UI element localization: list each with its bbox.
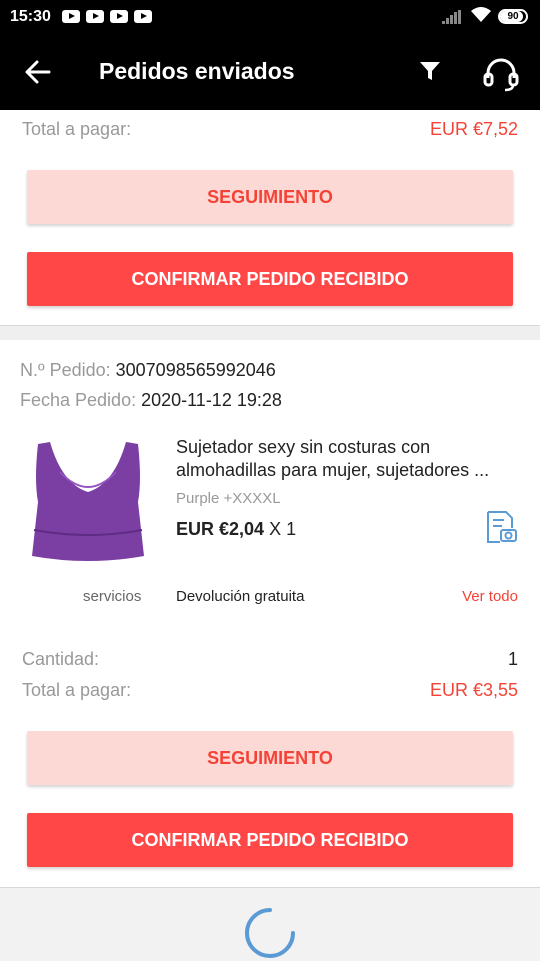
wifi-icon bbox=[471, 7, 491, 22]
quantity-value: 1 bbox=[507, 649, 518, 669]
order-date-label: Fecha Pedido: bbox=[20, 390, 137, 410]
product-title[interactable]: Sujetador sexy sin costuras con almohadi… bbox=[176, 436, 516, 482]
previous-total-value: EUR €7,52 bbox=[429, 119, 518, 139]
battery-icon: 90 bbox=[498, 9, 528, 24]
page-title: Pedidos enviados bbox=[99, 58, 295, 84]
status-time: 15:30 bbox=[10, 8, 51, 25]
order-date-value: 2020-11-12 19:28 bbox=[141, 390, 282, 410]
services-label: servicios bbox=[83, 588, 142, 605]
product-variant: Purple +XXXXL bbox=[176, 490, 281, 507]
quantity-label: Cantidad: bbox=[22, 649, 100, 669]
app-bar: Pedidos enviados bbox=[0, 36, 540, 110]
loading-footer bbox=[0, 887, 540, 961]
headset-icon[interactable] bbox=[482, 54, 520, 92]
product-image[interactable] bbox=[20, 432, 156, 568]
product-price: EUR €2,04 bbox=[176, 519, 265, 539]
orders-list[interactable]: Total a pagar: EUR €7,52 SEGUIMIENTO CON… bbox=[0, 110, 540, 961]
youtube-icon bbox=[86, 10, 104, 23]
youtube-icon bbox=[134, 10, 152, 23]
order-date: Fecha Pedido: 2020-11-12 19:28 bbox=[20, 390, 282, 411]
product-price-line: EUR €2,04 X 1 bbox=[176, 519, 296, 540]
loading-spinner-icon bbox=[245, 908, 295, 958]
signal-icon bbox=[442, 10, 461, 24]
see-all-link[interactable]: Ver todo bbox=[462, 588, 518, 605]
status-bar: 15:30 90 bbox=[0, 0, 540, 36]
confirm-received-button[interactable]: CONFIRMAR PEDIDO RECIBIDO bbox=[27, 813, 513, 867]
youtube-icon bbox=[62, 10, 80, 23]
order-number-label: N.º Pedido: bbox=[20, 360, 111, 380]
total-label: Total a pagar: bbox=[22, 680, 132, 700]
order-divider bbox=[0, 325, 540, 340]
order-number: N.º Pedido: 3007098565992046 bbox=[20, 360, 276, 381]
review-photo-icon[interactable] bbox=[484, 510, 518, 544]
tracking-button[interactable]: SEGUIMIENTO bbox=[27, 731, 513, 785]
services-value: Devolución gratuita bbox=[176, 588, 305, 605]
previous-tracking-button[interactable]: SEGUIMIENTO bbox=[27, 170, 513, 224]
filter-icon[interactable] bbox=[418, 59, 442, 83]
battery-level: 90 bbox=[507, 11, 519, 22]
arrow-left-icon[interactable] bbox=[24, 58, 52, 86]
youtube-icon bbox=[110, 10, 128, 23]
product-quantity: X 1 bbox=[269, 519, 297, 539]
total-value: EUR €3,55 bbox=[429, 680, 518, 700]
previous-total-label: Total a pagar: bbox=[22, 119, 132, 139]
previous-confirm-received-button[interactable]: CONFIRMAR PEDIDO RECIBIDO bbox=[27, 252, 513, 306]
order-number-value: 3007098565992046 bbox=[115, 360, 276, 380]
